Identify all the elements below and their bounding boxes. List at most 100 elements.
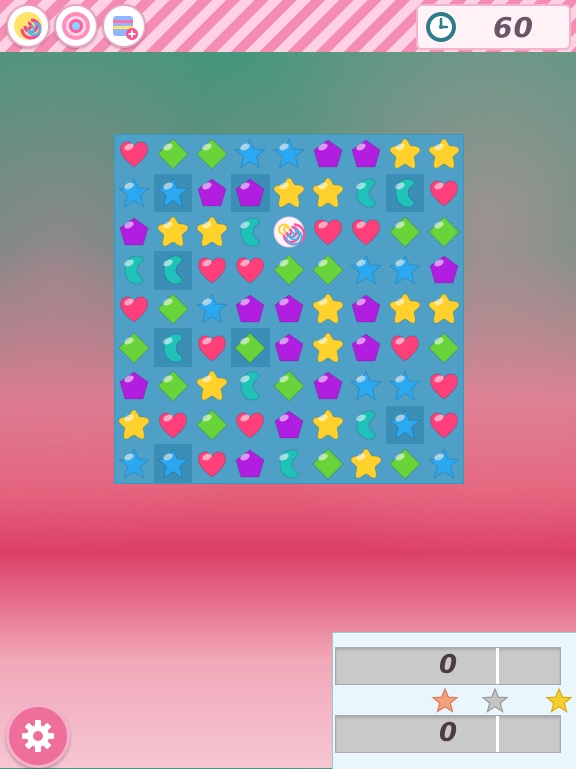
board-cell[interactable] <box>153 367 193 406</box>
board-cell[interactable] <box>192 173 232 213</box>
board-cell[interactable] <box>153 405 193 445</box>
board-cell[interactable] <box>231 135 270 174</box>
board-cell[interactable] <box>308 135 348 174</box>
bar-divider <box>496 648 499 684</box>
board-cell[interactable] <box>115 367 154 406</box>
board-cell[interactable] <box>424 173 464 213</box>
pentagon-candy-icon <box>351 139 381 168</box>
board-cell[interactable] <box>385 135 425 174</box>
board-cell[interactable] <box>347 135 386 174</box>
board-cell[interactable] <box>424 328 464 368</box>
board-cell[interactable] <box>347 328 386 368</box>
board-cell[interactable] <box>385 367 425 406</box>
board-cell[interactable] <box>424 405 464 445</box>
board-cell[interactable] <box>269 212 309 252</box>
board-cell[interactable] <box>192 444 232 484</box>
board-cell[interactable] <box>231 251 270 290</box>
board-cell[interactable] <box>385 212 425 252</box>
diamond-candy-icon <box>118 331 151 364</box>
stripe-card-plus-icon[interactable] <box>102 4 146 48</box>
board-cell[interactable] <box>308 212 348 252</box>
board-cell[interactable] <box>347 212 386 252</box>
board-cell[interactable] <box>115 173 154 213</box>
heart-candy-icon <box>197 335 226 362</box>
board-cell[interactable] <box>153 135 193 174</box>
pentagon-candy-icon <box>313 139 343 168</box>
board-cell[interactable] <box>115 289 154 329</box>
pentagon-candy-icon <box>429 255 459 284</box>
board-cell[interactable] <box>385 289 425 329</box>
star-candy-icon <box>118 177 150 208</box>
board-cell[interactable] <box>308 173 348 213</box>
board-cell[interactable] <box>153 444 193 484</box>
board-cell[interactable] <box>385 444 425 484</box>
board-cell[interactable] <box>192 328 232 368</box>
diamond-candy-icon <box>157 370 189 403</box>
board-cell[interactable] <box>269 251 309 290</box>
board-cell[interactable] <box>424 135 464 174</box>
swirl-lollipop-icon[interactable] <box>6 4 50 48</box>
board-cell[interactable] <box>385 405 425 445</box>
board-cell[interactable] <box>269 367 309 406</box>
board-cell[interactable] <box>153 251 193 290</box>
board-cell[interactable] <box>269 328 309 368</box>
board-cell[interactable] <box>424 289 464 329</box>
board-cell[interactable] <box>115 135 154 174</box>
board-cell[interactable] <box>347 289 386 329</box>
board-cell[interactable] <box>192 135 232 174</box>
board-cell[interactable] <box>308 444 348 484</box>
board-cell[interactable] <box>231 173 270 213</box>
board-cell[interactable] <box>424 251 464 290</box>
pentagon-candy-icon <box>274 333 304 362</box>
cupcake-icon[interactable] <box>54 4 98 48</box>
board-cell[interactable] <box>269 135 309 174</box>
board-cell[interactable] <box>308 289 348 329</box>
board-cell[interactable] <box>153 212 193 252</box>
board-cell[interactable] <box>424 212 464 252</box>
board-cell[interactable] <box>192 212 232 252</box>
bean-candy-icon <box>163 255 183 285</box>
board-cell[interactable] <box>424 444 464 484</box>
board-cell[interactable] <box>269 405 309 445</box>
board-cell[interactable] <box>153 173 193 213</box>
board-cell[interactable] <box>115 328 154 368</box>
board-cell[interactable] <box>308 328 348 368</box>
board-cell[interactable] <box>308 405 348 445</box>
star-candy-icon <box>389 370 421 401</box>
board-cell[interactable] <box>231 328 270 368</box>
star-candy-icon <box>234 138 266 169</box>
diamond-candy-icon <box>389 447 421 480</box>
board-cell[interactable] <box>231 367 270 406</box>
board-cell[interactable] <box>192 367 232 406</box>
board-cell[interactable] <box>347 444 386 484</box>
board-cell[interactable] <box>347 251 386 290</box>
board-cell[interactable] <box>153 289 193 329</box>
board-cell[interactable] <box>231 289 270 329</box>
board-cell[interactable] <box>153 328 193 368</box>
board-cell[interactable] <box>192 405 232 445</box>
board-cell[interactable] <box>231 444 270 484</box>
board-cell[interactable] <box>308 367 348 406</box>
board-cell[interactable] <box>385 251 425 290</box>
board-cell[interactable] <box>192 289 232 329</box>
board-cell[interactable] <box>231 405 270 445</box>
settings-button[interactable] <box>6 704 70 768</box>
board-cell[interactable] <box>385 328 425 368</box>
board-cell[interactable] <box>424 367 464 406</box>
pentagon-candy-icon <box>235 178 265 207</box>
board-cell[interactable] <box>385 173 425 213</box>
board-cell[interactable] <box>192 251 232 290</box>
board-cell[interactable] <box>269 289 309 329</box>
star-candy-icon <box>389 409 421 440</box>
board-cell[interactable] <box>347 405 386 445</box>
board-cell[interactable] <box>115 444 154 484</box>
board-cell[interactable] <box>308 251 348 290</box>
board-cell[interactable] <box>115 212 154 252</box>
board-cell[interactable] <box>347 367 386 406</box>
board-cell[interactable] <box>115 251 154 290</box>
board-cell[interactable] <box>231 212 270 252</box>
board-cell[interactable] <box>115 405 154 445</box>
board-cell[interactable] <box>269 173 309 213</box>
board-cell[interactable] <box>269 444 309 484</box>
board-cell[interactable] <box>347 173 386 213</box>
